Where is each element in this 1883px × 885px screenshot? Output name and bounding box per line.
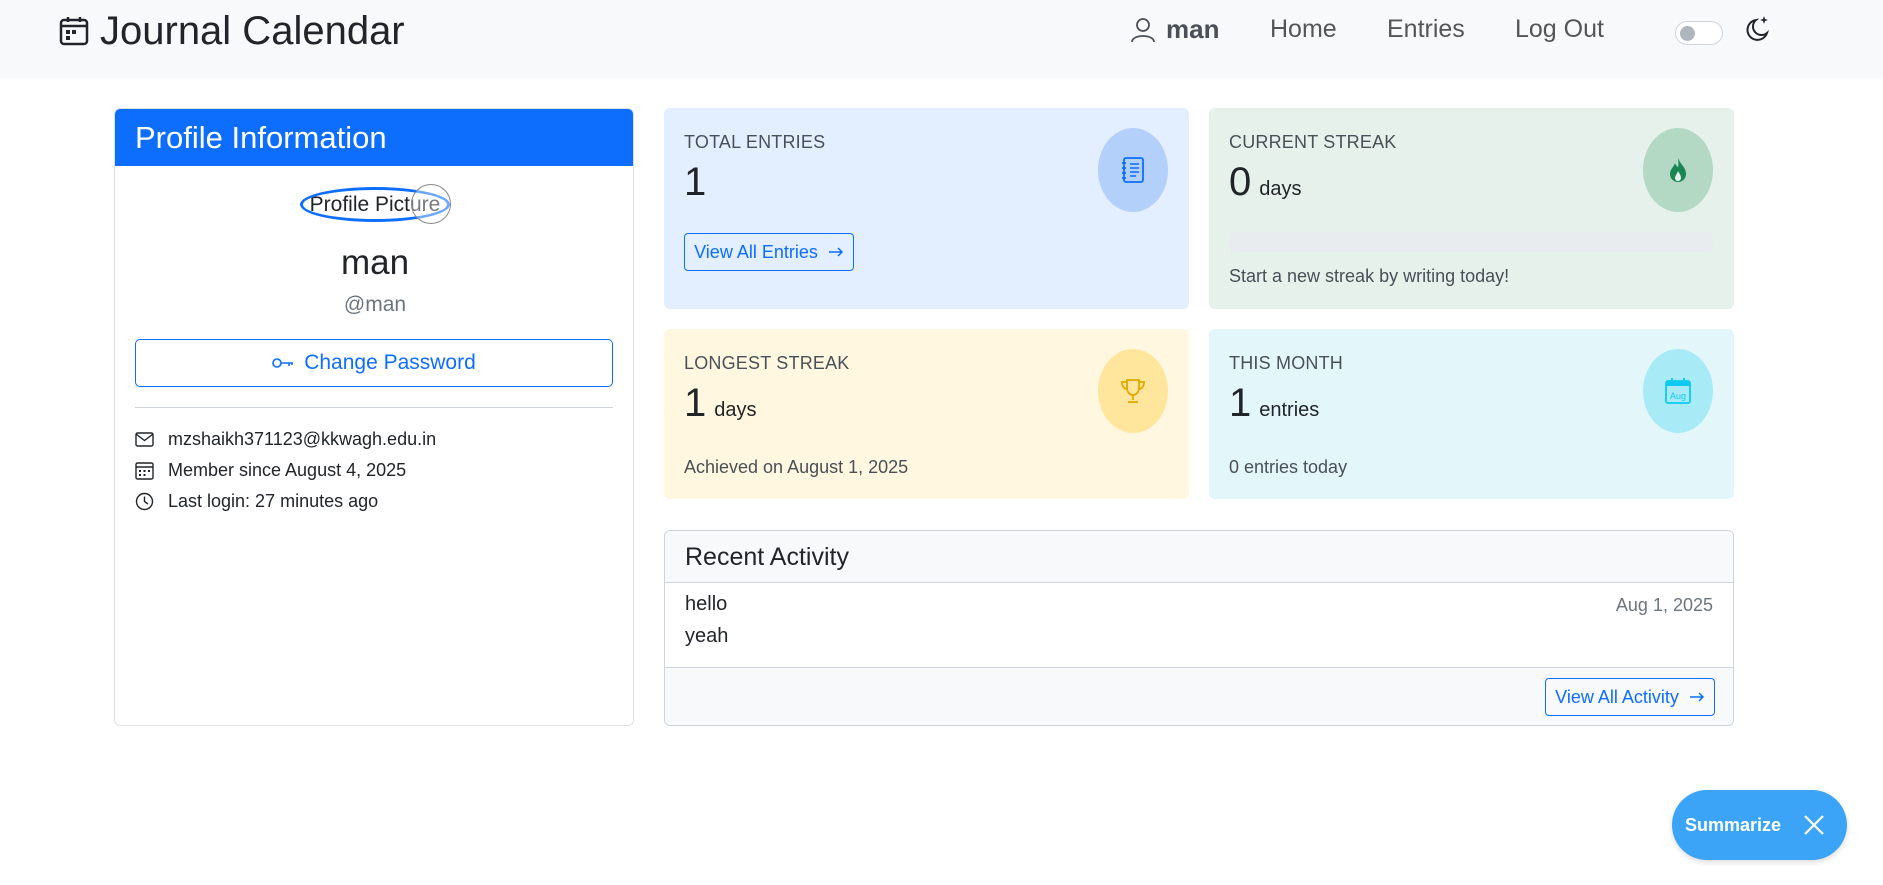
total-entries-card: TOTAL ENTRIES 1 View All Entries	[664, 108, 1189, 309]
brand-title: Journal Calendar	[100, 9, 405, 53]
profile-header: Profile Information	[115, 109, 633, 166]
recent-activity-title: Recent Activity	[665, 531, 1733, 583]
person-icon	[1131, 17, 1155, 42]
view-all-entries-button[interactable]: View All Entries	[684, 233, 854, 271]
journal-icon	[1122, 157, 1144, 183]
trophy-icon	[1121, 379, 1145, 403]
email-text: mzshaikh371123@kkwagh.edu.in	[168, 429, 437, 449]
this-month-unit: entries	[1259, 399, 1320, 421]
this-month-card: THIS MONTH 1 entries Aug 0 entries today	[1209, 329, 1734, 499]
fire-icon	[1670, 158, 1686, 182]
month-icon-text: Aug	[1670, 391, 1686, 401]
current-streak-value: 0	[1229, 160, 1252, 204]
summarize-button[interactable]: Summarize	[1672, 790, 1847, 860]
activity-item-date: Aug 1, 2025	[1615, 595, 1713, 615]
longest-streak-value: 1	[684, 381, 707, 425]
profile-card: Profile Information Profile Picture man …	[114, 108, 634, 726]
view-all-entries-label: View All Entries	[694, 241, 818, 262]
toggle-knob	[1680, 26, 1695, 41]
moon-stars-icon	[1746, 16, 1770, 41]
total-entries-value: 1	[684, 160, 707, 204]
calendar-icon	[59, 17, 89, 46]
fire-icon-circle	[1643, 128, 1713, 212]
member-since-row: Member since August 4, 2025	[135, 460, 406, 481]
divider	[135, 407, 613, 408]
recent-activity-footer: View All Activity	[665, 667, 1733, 725]
this-month-value: 1	[1229, 381, 1252, 425]
current-streak-unit: days	[1259, 178, 1302, 200]
longest-streak-label: LONGEST STREAK	[684, 353, 850, 373]
change-password-label: Change Password	[304, 351, 476, 374]
current-streak-card: CURRENT STREAK 0 days Start a new streak …	[1209, 108, 1734, 309]
current-streak-note: Start a new streak by writing today!	[1229, 266, 1510, 286]
nav-user[interactable]: man	[1130, 14, 1219, 45]
current-streak-label: CURRENT STREAK	[1229, 132, 1397, 152]
profile-name: man	[340, 243, 410, 282]
streak-progress-bar	[1229, 232, 1713, 252]
nav-entries-link[interactable]: Entries	[1387, 15, 1465, 44]
arrow-right-icon	[828, 247, 843, 257]
nav-logout-link[interactable]: Log Out	[1515, 15, 1604, 44]
envelope-icon	[135, 432, 154, 447]
longest-streak-unit: days	[714, 399, 757, 421]
nav-home-link[interactable]: Home	[1270, 15, 1337, 44]
profile-handle: @man	[343, 293, 407, 316]
this-month-value-row: 1 entries	[1229, 381, 1319, 426]
member-since-text: Member since August 4, 2025	[168, 460, 407, 480]
trophy-icon-circle	[1098, 349, 1168, 433]
last-login-text: Last login: 27 minutes ago	[168, 491, 379, 511]
recent-activity-card: Recent Activity hello yeah Aug 1, 2025 V…	[664, 530, 1734, 726]
change-password-button[interactable]: Change Password	[135, 339, 613, 387]
email-row: mzshaikh371123@kkwagh.edu.in	[135, 429, 436, 450]
activity-item-title[interactable]: hello	[685, 593, 727, 616]
activity-item-body: yeah	[685, 625, 729, 647]
close-icon[interactable]	[1801, 812, 1827, 838]
key-icon	[272, 358, 294, 368]
arrow-right-icon	[1689, 692, 1704, 702]
current-streak-value-row: 0 days	[1229, 160, 1302, 205]
nav-username: man	[1166, 14, 1220, 44]
view-all-activity-label: View All Activity	[1555, 686, 1679, 707]
last-login-row: Last login: 27 minutes ago	[135, 491, 378, 512]
clock-icon	[135, 492, 154, 511]
month-icon-circle: Aug	[1643, 349, 1713, 433]
this-month-label: THIS MONTH	[1229, 353, 1343, 373]
summarize-label: Summarize	[1685, 814, 1782, 835]
longest-streak-note: Achieved on August 1, 2025	[684, 457, 909, 477]
theme-toggle[interactable]	[1675, 21, 1723, 45]
total-entries-label: TOTAL ENTRIES	[684, 132, 826, 152]
calendar-month-icon: Aug	[1665, 378, 1691, 404]
journal-icon-circle	[1098, 128, 1168, 212]
longest-streak-value-row: 1 days	[684, 381, 757, 426]
this-month-note: 0 entries today	[1229, 457, 1348, 477]
calendar-icon	[135, 462, 154, 480]
view-all-activity-button[interactable]: View All Activity	[1545, 678, 1715, 716]
longest-streak-card: LONGEST STREAK 1 days Achieved on August …	[664, 329, 1189, 499]
navbar: Journal Calendar man Home Entries Log Ou…	[0, 0, 1883, 78]
change-photo-button[interactable]	[411, 184, 451, 224]
brand[interactable]: Journal Calendar	[58, 8, 405, 54]
